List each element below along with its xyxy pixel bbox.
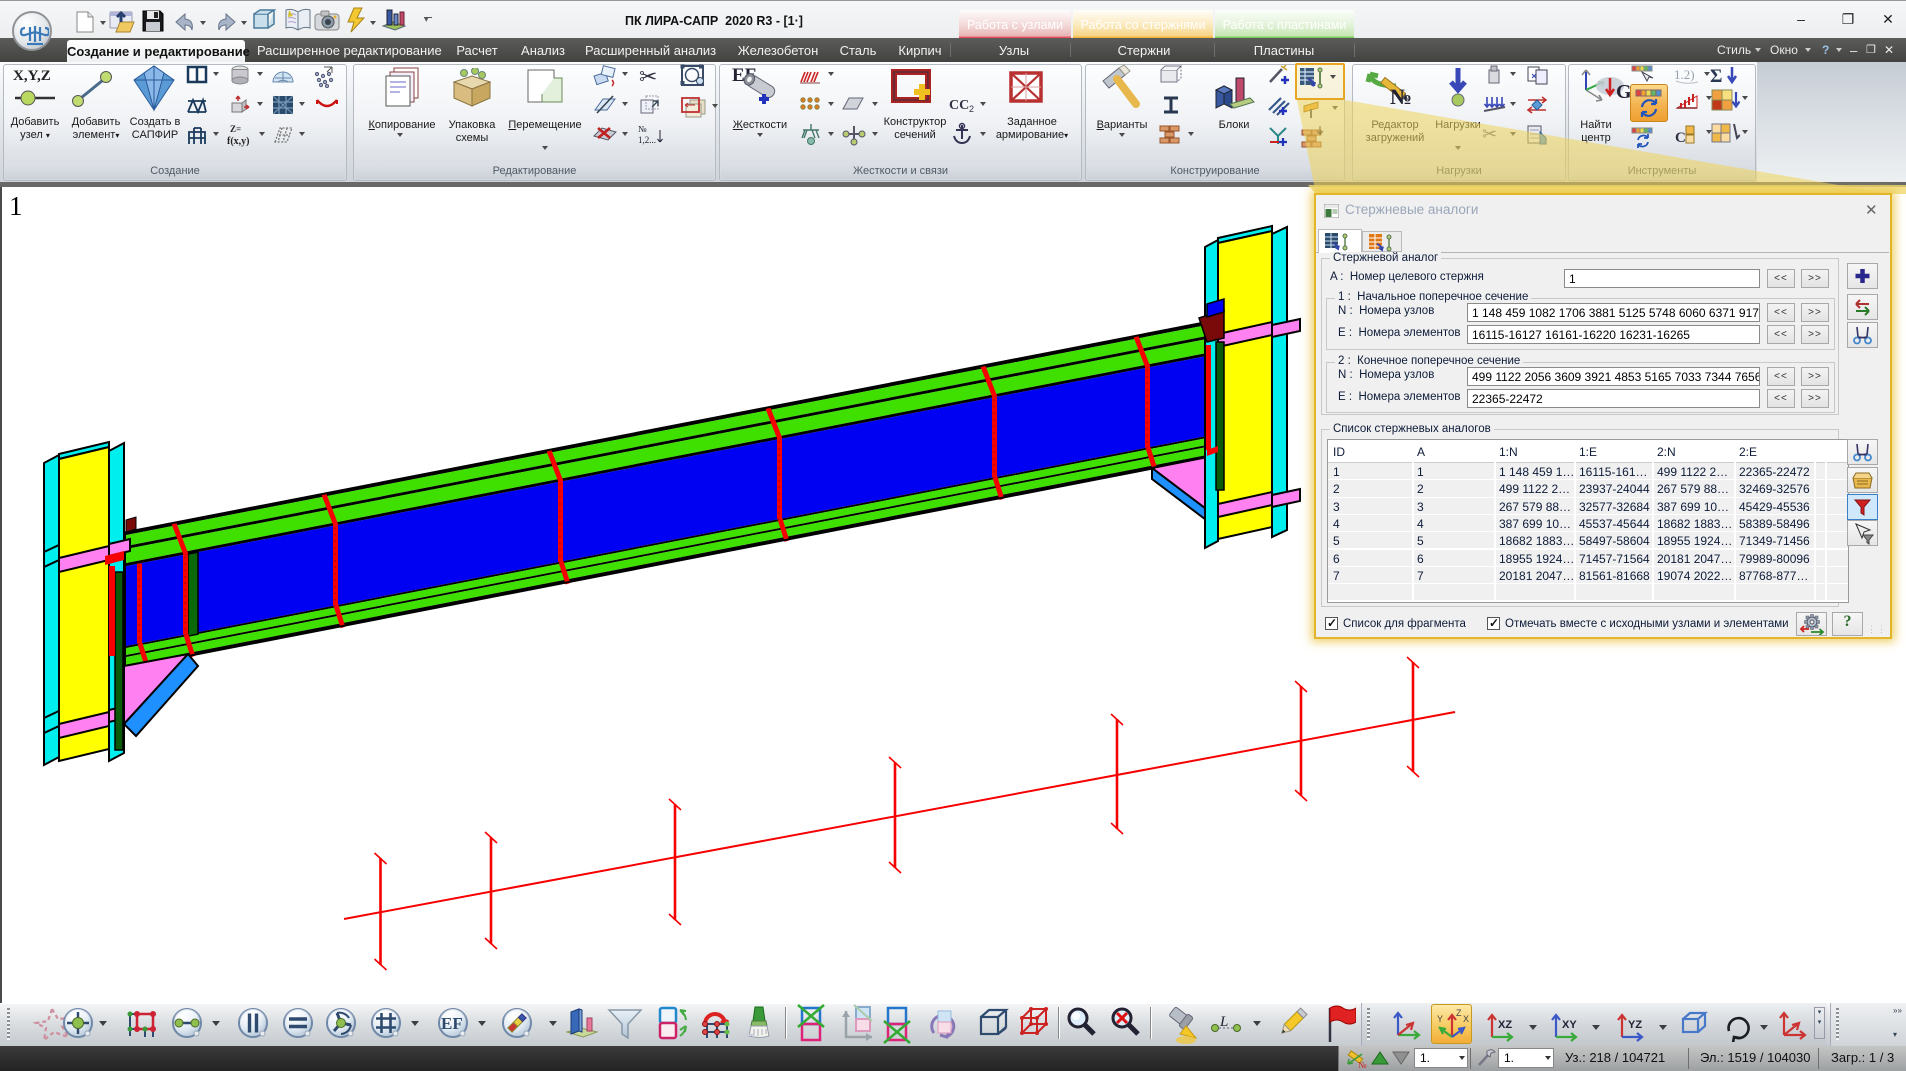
- svg-text:XY: XY: [1562, 1019, 1577, 1031]
- svg-text:Z: Z: [1456, 1008, 1462, 1018]
- svg-text:Y: Y: [1437, 1014, 1443, 1024]
- svg-text:G: G: [1616, 81, 1630, 103]
- svg-text:X: X: [1463, 1014, 1469, 1024]
- svg-text:Z=: Z=: [230, 124, 241, 134]
- svg-text:1.2): 1.2): [1674, 67, 1695, 82]
- svg-text:CC: CC: [949, 98, 969, 113]
- svg-text:X,Y,Z: X,Y,Z: [13, 68, 51, 84]
- svg-text:№: №: [638, 124, 647, 134]
- svg-text:XZ: XZ: [1498, 1019, 1512, 1031]
- svg-text:2: 2: [969, 104, 974, 114]
- svg-text:✂: ✂: [639, 64, 657, 88]
- svg-text:YZ: YZ: [1628, 1019, 1642, 1031]
- svg-text:№: №: [1358, 1060, 1367, 1069]
- svg-text:1,2...: 1,2...: [638, 135, 656, 145]
- svg-text:✂: ✂: [1482, 124, 1497, 144]
- svg-text:C: C: [1675, 130, 1686, 146]
- svg-text:f(x,y): f(x,y): [227, 136, 250, 147]
- svg-text:Σ: Σ: [1710, 66, 1722, 86]
- svg-text:EF: EF: [441, 1014, 463, 1033]
- svg-text:№: №: [1390, 84, 1412, 109]
